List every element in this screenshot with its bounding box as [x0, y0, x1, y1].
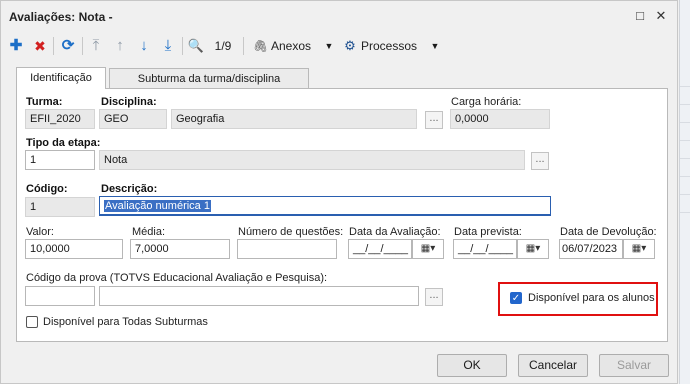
title-bar: Avaliações: Nota - □ ✕: [1, 1, 677, 31]
record-counter: 1/9: [214, 39, 232, 53]
data-devolucao-calendar-icon[interactable]: ▦▾: [623, 239, 655, 259]
tab-subturma[interactable]: Subturma da turma/disciplina: [109, 68, 309, 89]
save-button[interactable]: Salvar: [599, 354, 669, 377]
data-devolucao-label: Data de Devolução:: [560, 226, 657, 238]
chevron-down-icon[interactable]: ▼: [429, 35, 441, 57]
codigo-prova-label: Código da prova (TOTVS Educacional Avali…: [26, 272, 328, 284]
codigo-prova-lookup-button[interactable]: ...: [425, 288, 443, 306]
data-avaliacao-input[interactable]: __/__/____: [348, 239, 412, 259]
disciplina-lookup-button[interactable]: ...: [425, 111, 443, 129]
media-label: Média:: [132, 226, 166, 238]
gear-icon[interactable]: ⚙: [343, 35, 357, 57]
disponivel-alunos-label[interactable]: Disponível para os alunos: [528, 292, 655, 304]
data-prevista-label: Data prevista:: [454, 226, 522, 238]
search-icon[interactable]: 🔍: [187, 35, 205, 57]
toolbar-separator: [243, 37, 244, 55]
tipo-etapa-code-field[interactable]: 1: [25, 150, 95, 170]
data-prevista-calendar-icon[interactable]: ▦▾: [517, 239, 549, 259]
tipo-etapa-lookup-button[interactable]: ...: [531, 152, 549, 170]
cancel-button[interactable]: Cancelar: [518, 354, 588, 377]
restore-icon[interactable]: □: [631, 7, 649, 25]
turma-field[interactable]: EFII_2020: [25, 109, 95, 129]
codigo-field[interactable]: 1: [25, 197, 95, 217]
num-questoes-label: Número de questões:: [238, 226, 344, 238]
tab-identificacao[interactable]: Identificação: [16, 67, 106, 89]
disciplina-label: Disciplina:: [101, 96, 157, 108]
data-devolucao-input[interactable]: 06/07/2023: [559, 239, 623, 259]
ok-button[interactable]: OK: [437, 354, 507, 377]
disponivel-subturmas-label[interactable]: Disponível para Todas Subturmas: [43, 316, 208, 328]
prev-record-icon[interactable]: ↑: [111, 35, 129, 57]
media-input[interactable]: 7,0000: [130, 239, 230, 259]
codigo-prova-name-input[interactable]: [99, 286, 419, 306]
carga-horaria-field[interactable]: 0,0000: [450, 109, 550, 129]
refresh-icon[interactable]: ⟳: [58, 35, 78, 57]
close-icon[interactable]: ✕: [652, 7, 670, 25]
carga-horaria-label: Carga horária:: [451, 96, 522, 108]
last-record-icon[interactable]: ⤓: [159, 35, 177, 57]
background-window-strip: [679, 0, 690, 384]
valor-label: Valor:: [26, 226, 54, 238]
descricao-label: Descrição:: [101, 183, 158, 195]
toolbar: ✚ ✖ ⟳ ⤒ ↑ ↓ ⤓ 🔍 1/9 🖇 Anexos ▼ ⚙ Process…: [1, 32, 677, 60]
codigo-prova-code-input[interactable]: [25, 286, 95, 306]
chevron-down-icon[interactable]: ▼: [323, 35, 335, 57]
dialog-window: Avaliações: Nota - □ ✕ ✚ ✖ ⟳ ⤒ ↑ ↓ ⤓ 🔍 1…: [0, 0, 678, 384]
disciplina-name-field[interactable]: Geografia: [171, 109, 417, 129]
codigo-label: Código:: [26, 183, 68, 195]
data-avaliacao-label: Data da Avaliação:: [349, 226, 441, 238]
attachment-icon[interactable]: 🖇: [253, 35, 268, 57]
num-questoes-input[interactable]: [237, 239, 337, 259]
toolbar-separator: [53, 37, 54, 55]
toolbar-separator: [182, 37, 183, 55]
tipo-etapa-name-field[interactable]: Nota: [99, 150, 525, 170]
data-prevista-input[interactable]: __/__/____: [453, 239, 517, 259]
data-avaliacao-calendar-icon[interactable]: ▦▾: [412, 239, 444, 259]
disponivel-subturmas-checkbox[interactable]: [26, 316, 38, 328]
add-icon[interactable]: ✚: [7, 35, 25, 57]
disponivel-alunos-checkbox[interactable]: ✓: [510, 292, 522, 304]
next-record-icon[interactable]: ↓: [135, 35, 153, 57]
attachments-menu[interactable]: Anexos: [271, 35, 319, 57]
delete-icon[interactable]: ✖: [31, 35, 49, 57]
first-record-icon[interactable]: ⤒: [87, 35, 105, 57]
disciplina-code-field[interactable]: GEO: [99, 109, 167, 129]
tipo-etapa-label: Tipo da etapa:: [26, 137, 101, 149]
processes-menu[interactable]: Processos: [361, 35, 425, 57]
valor-input[interactable]: 10,0000: [25, 239, 123, 259]
descricao-input[interactable]: Avaliação numérica 1: [99, 196, 551, 216]
descricao-selected-text: Avaliação numérica 1: [104, 200, 211, 212]
toolbar-separator: [82, 37, 83, 55]
window-title: Avaliações: Nota -: [9, 10, 113, 24]
turma-label: Turma:: [26, 96, 63, 108]
